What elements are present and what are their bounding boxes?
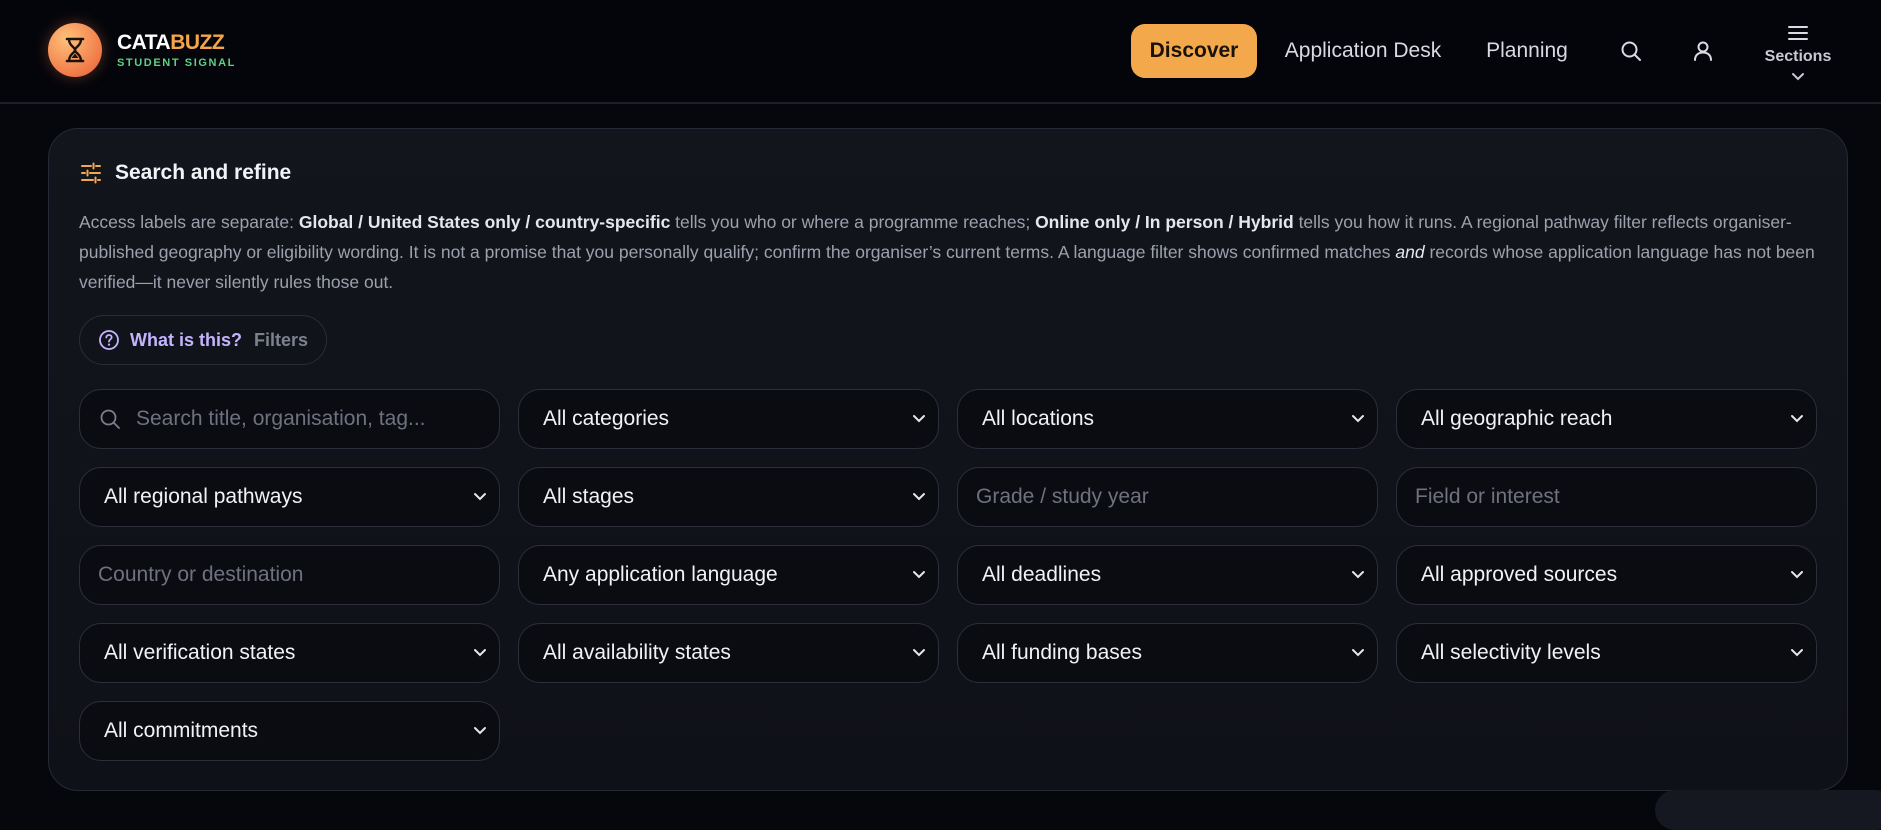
chevron-down-icon xyxy=(474,649,486,657)
chevron-down-icon xyxy=(913,415,925,423)
availability-state-value: All availability states xyxy=(543,641,731,664)
hourglass-icon xyxy=(48,23,102,77)
search-input[interactable]: Search title, organisation, tag... xyxy=(79,389,500,449)
brand-logo[interactable]: CATABUZZ STUDENT SIGNAL xyxy=(48,23,236,77)
country-placeholder: Country or destination xyxy=(98,563,304,586)
availability-state-select[interactable]: All availability states xyxy=(518,623,939,683)
search-icon xyxy=(100,409,120,429)
brand-name-part1: CATA xyxy=(117,30,171,54)
regional-pathway-value: All regional pathways xyxy=(104,485,303,508)
commitment-select[interactable]: All commitments xyxy=(79,701,500,761)
brand-name-part2: BUZZ xyxy=(170,30,225,54)
sections-menu-button[interactable]: Sections xyxy=(1752,24,1844,104)
approved-source-value: All approved sources xyxy=(1421,563,1618,586)
deadline-select-value: All deadlines xyxy=(982,563,1102,586)
geographic-reach-value: All geographic reach xyxy=(1421,407,1613,430)
chevron-down-icon xyxy=(474,727,486,735)
regional-pathway-select[interactable]: All regional pathways xyxy=(79,467,500,527)
desc-bold-1: Global / United States only / country-sp… xyxy=(298,212,671,232)
chevron-down-icon xyxy=(1352,649,1364,657)
nav-planning[interactable]: Planning xyxy=(1476,24,1578,78)
chevron-down-icon xyxy=(913,493,925,501)
brand-tagline: STUDENT SIGNAL xyxy=(117,56,236,69)
access-labels-description: Access labels are separate: Global / Uni… xyxy=(79,207,1819,297)
chevron-down-icon xyxy=(1791,649,1803,657)
stage-select[interactable]: All stages xyxy=(518,467,939,527)
field-placeholder: Field or interest xyxy=(1415,485,1560,508)
filters-help-button[interactable]: What is this? Filters xyxy=(79,315,328,365)
category-select[interactable]: All categories xyxy=(518,389,939,449)
panel-title-text: Search and refine xyxy=(115,161,292,184)
selectivity-level-value: All selectivity levels xyxy=(1421,641,1601,664)
hamburger-icon xyxy=(1788,26,1808,40)
location-select-value: All locations xyxy=(982,407,1095,430)
search-icon[interactable] xyxy=(1611,24,1651,78)
filter-grid: Search title, organisation, tag... All c… xyxy=(79,389,1817,761)
country-destination-input[interactable]: Country or destination xyxy=(79,545,500,605)
funding-basis-select[interactable]: All funding bases xyxy=(957,623,1378,683)
chevron-down-icon xyxy=(1791,571,1803,579)
nav-discover[interactable]: Discover xyxy=(1131,24,1257,78)
desc-bold-2: Online only / In person / Hybrid xyxy=(1035,212,1294,232)
chevron-down-icon xyxy=(913,649,925,657)
search-placeholder: Search title, organisation, tag... xyxy=(136,407,426,430)
commitment-select-value: All commitments xyxy=(104,719,259,742)
deadline-select[interactable]: All deadlines xyxy=(957,545,1378,605)
chevron-down-icon xyxy=(1792,73,1804,81)
chevron-down-icon xyxy=(1352,415,1364,423)
verification-state-select[interactable]: All verification states xyxy=(79,623,500,683)
nav-application-desk[interactable]: Application Desk xyxy=(1270,24,1456,78)
chevron-down-icon xyxy=(1791,415,1803,423)
top-navigation-bar: CATABUZZ STUDENT SIGNAL Discover Applica… xyxy=(0,0,1881,104)
location-select[interactable]: All locations xyxy=(957,389,1378,449)
panel-title: Search and refine xyxy=(79,161,291,185)
search-refine-panel: Search and refine Access labels are sepa… xyxy=(48,128,1848,791)
help-label: Filters xyxy=(254,329,309,350)
approved-source-select[interactable]: All approved sources xyxy=(1396,545,1817,605)
desc-text-1: Access labels are separate: xyxy=(79,212,299,232)
selectivity-level-select[interactable]: All selectivity levels xyxy=(1396,623,1817,683)
desc-italic: and xyxy=(1395,242,1425,262)
chevron-down-icon xyxy=(1352,571,1364,579)
funding-basis-value: All funding bases xyxy=(982,641,1142,664)
user-icon[interactable] xyxy=(1683,24,1723,78)
application-language-select[interactable]: Any application language xyxy=(518,545,939,605)
chevron-down-icon xyxy=(474,493,486,501)
sections-label: Sections xyxy=(1764,48,1832,65)
field-interest-input[interactable]: Field or interest xyxy=(1396,467,1817,527)
help-circle-icon xyxy=(99,330,119,350)
floating-widget-edge xyxy=(1655,790,1881,830)
help-question: What is this? xyxy=(130,329,242,350)
chevron-down-icon xyxy=(913,571,925,579)
category-select-value: All categories xyxy=(543,407,670,430)
grade-placeholder: Grade / study year xyxy=(976,485,1149,508)
brand-name: CATABUZZ xyxy=(117,32,236,53)
sliders-icon xyxy=(81,162,101,184)
grade-study-year-input[interactable]: Grade / study year xyxy=(957,467,1378,527)
stage-select-value: All stages xyxy=(543,485,635,508)
application-language-value: Any application language xyxy=(543,563,778,586)
desc-text-2: tells you who or where a programme reach… xyxy=(670,212,1036,232)
geographic-reach-select[interactable]: All geographic reach xyxy=(1396,389,1817,449)
verification-state-value: All verification states xyxy=(104,641,296,664)
